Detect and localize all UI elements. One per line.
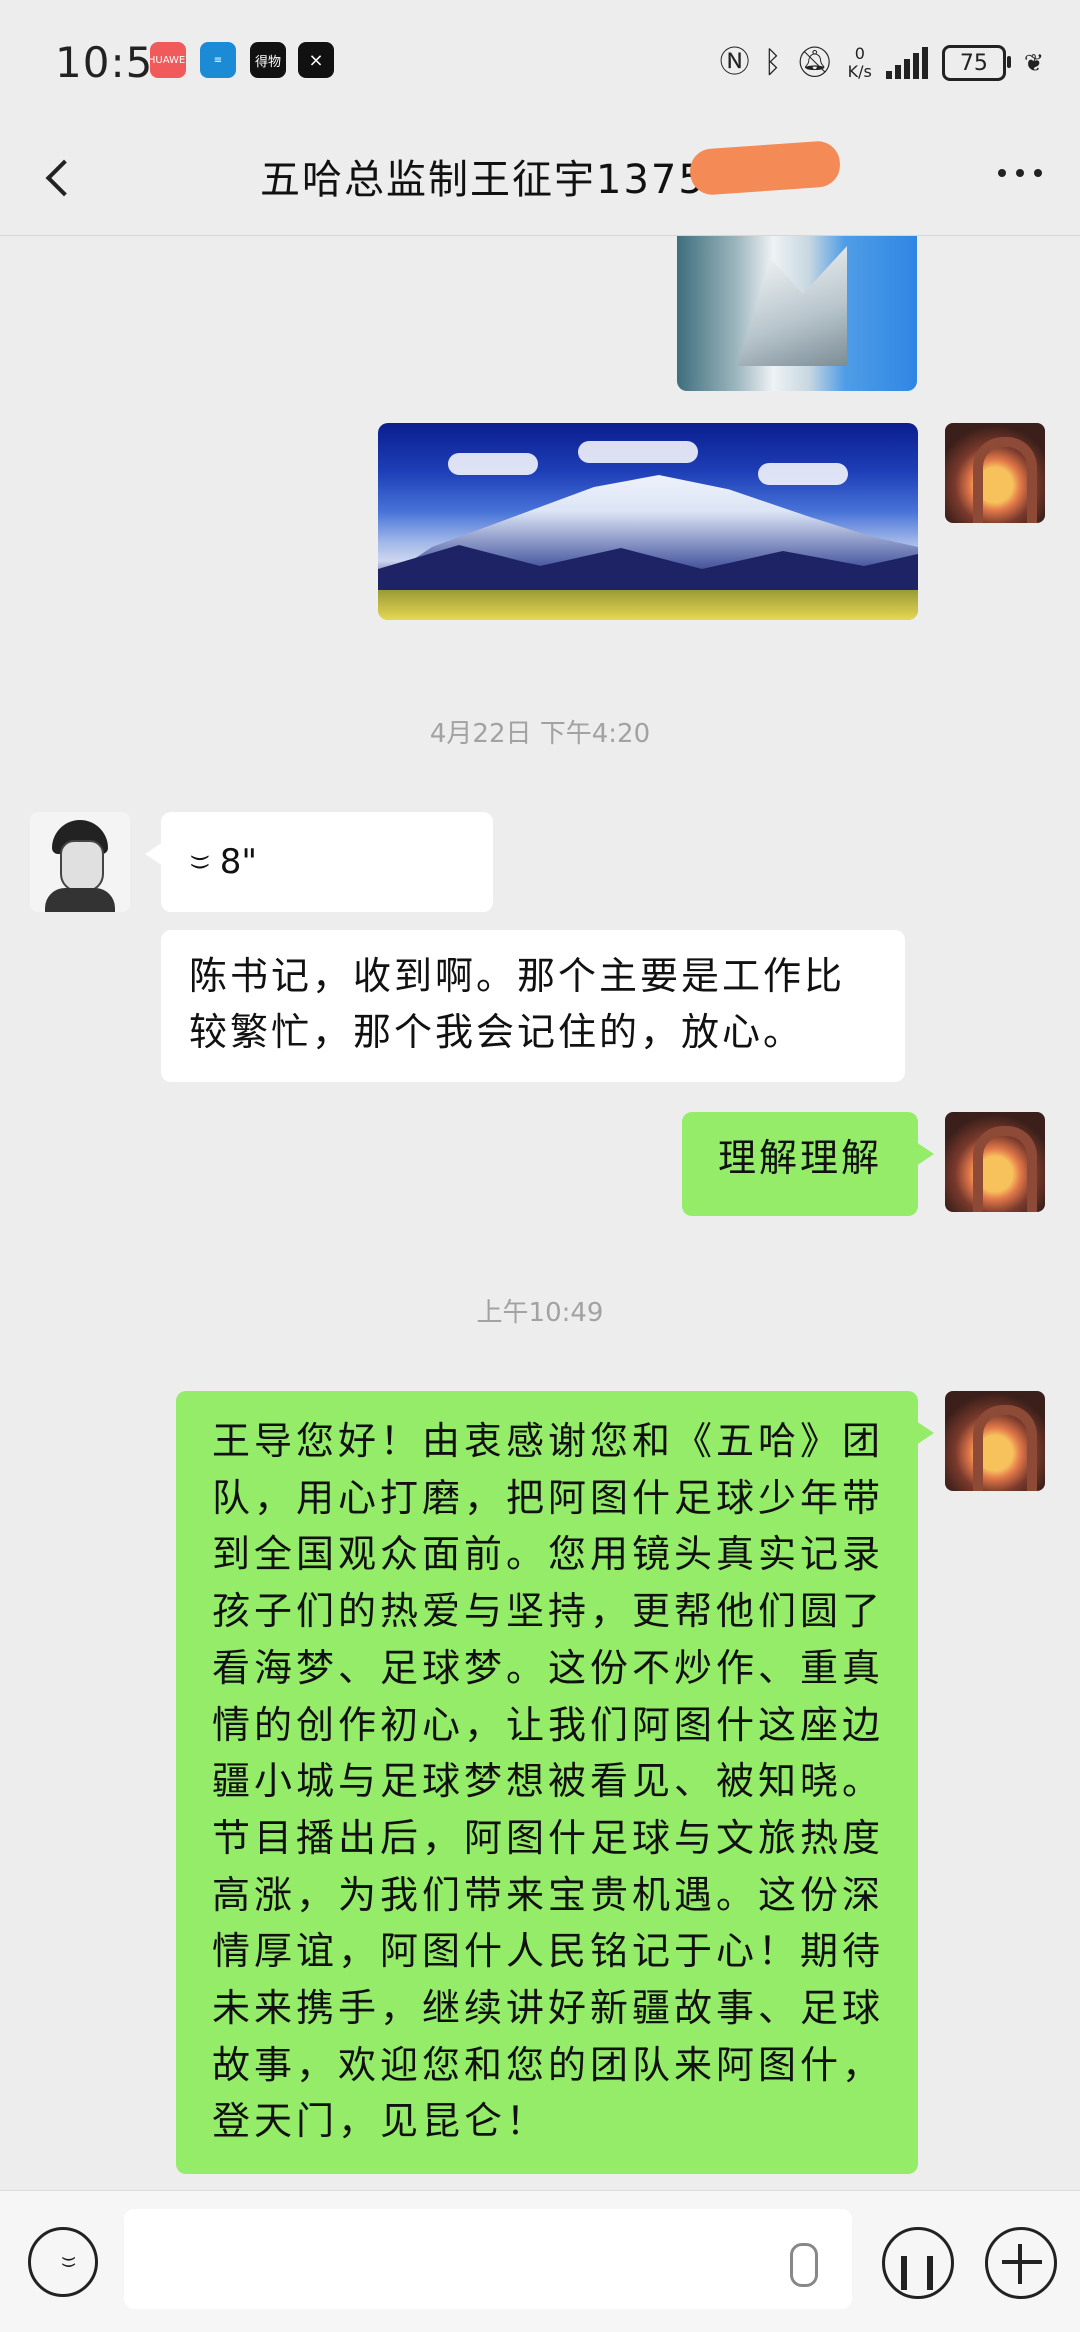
voice-duration: 8" bbox=[219, 842, 257, 882]
capcut-app-icon: ⨯ bbox=[298, 42, 334, 78]
self-avatar[interactable] bbox=[945, 423, 1045, 523]
text-message-understand[interactable]: 理解理解 bbox=[682, 1112, 934, 1216]
voice-wave-icon: ⁾⁾ bbox=[48, 2255, 78, 2269]
redaction-mark bbox=[688, 139, 842, 197]
input-bar: ⁾⁾ bbox=[0, 2190, 1080, 2332]
voice-wave-icon: ⁾⁾ bbox=[173, 853, 214, 871]
status-icons: Ⓝ ᛒ 🔕︎ 0 K/s 75 ❦ bbox=[720, 40, 1044, 86]
list-app-icon: ≡ bbox=[200, 42, 236, 78]
net-speed-value: 0 bbox=[854, 44, 865, 63]
dewu-app-icon: 得物 bbox=[250, 42, 286, 78]
message-timestamp: 上午10:49 bbox=[476, 1298, 604, 1328]
mute-icon: 🔕︎ bbox=[795, 45, 834, 80]
image-message-glacier[interactable] bbox=[677, 236, 917, 391]
voice-input-button[interactable]: ⁾⁾ bbox=[28, 2227, 98, 2297]
message-timestamp: 4月22日 下午4:20 bbox=[429, 719, 651, 749]
text-message-long[interactable]: 王导您好！由衷感谢您和《五哈》团队，用心打磨，把阿图什足球少年带到全国观众面前。… bbox=[176, 1391, 934, 2175]
self-avatar[interactable] bbox=[945, 1112, 1045, 1212]
image-message-mountain[interactable] bbox=[378, 423, 918, 620]
bluetooth-icon: ᛒ bbox=[763, 45, 782, 80]
battery-icon: 75 bbox=[941, 45, 1011, 81]
nfc-icon: Ⓝ bbox=[719, 45, 750, 80]
back-button[interactable] bbox=[35, 147, 95, 207]
chat-header: 五哈总监制王征宇1375 bbox=[0, 125, 1080, 236]
net-speed-unit: K/s bbox=[847, 62, 872, 81]
message-input[interactable] bbox=[124, 2209, 852, 2309]
huawei-app-icon: HUAWEI bbox=[150, 42, 186, 78]
emoji-button[interactable] bbox=[882, 2227, 954, 2299]
mic-icon[interactable] bbox=[790, 2243, 818, 2287]
chat-messages[interactable]: 4月22日 下午4:20 ⁾⁾ 8" 陈书记，收到啊。那个主要是工作比较繁忙，那… bbox=[0, 236, 1080, 2186]
more-functions-button[interactable] bbox=[985, 2227, 1057, 2299]
more-options-button[interactable] bbox=[998, 169, 1042, 177]
voice-message[interactable]: ⁾⁾ 8" bbox=[145, 812, 493, 912]
net-speed: 0 K/s bbox=[848, 45, 872, 81]
self-avatar[interactable] bbox=[945, 1391, 1045, 1491]
voice-transcript-bubble[interactable]: 陈书记，收到啊。那个主要是工作比较繁忙，那个我会记住的，放心。 bbox=[161, 930, 905, 1082]
contact-avatar[interactable] bbox=[30, 812, 130, 912]
chat-title: 五哈总监制王征宇1375 bbox=[260, 157, 706, 203]
signal-icon bbox=[885, 47, 928, 79]
status-bar: 10:50 HUAWEI ≡ 得物 ⨯ Ⓝ ᛒ 🔕︎ 0 K/s 75 ❦ bbox=[0, 0, 1080, 125]
leaf-icon: ❦ bbox=[1023, 49, 1044, 77]
